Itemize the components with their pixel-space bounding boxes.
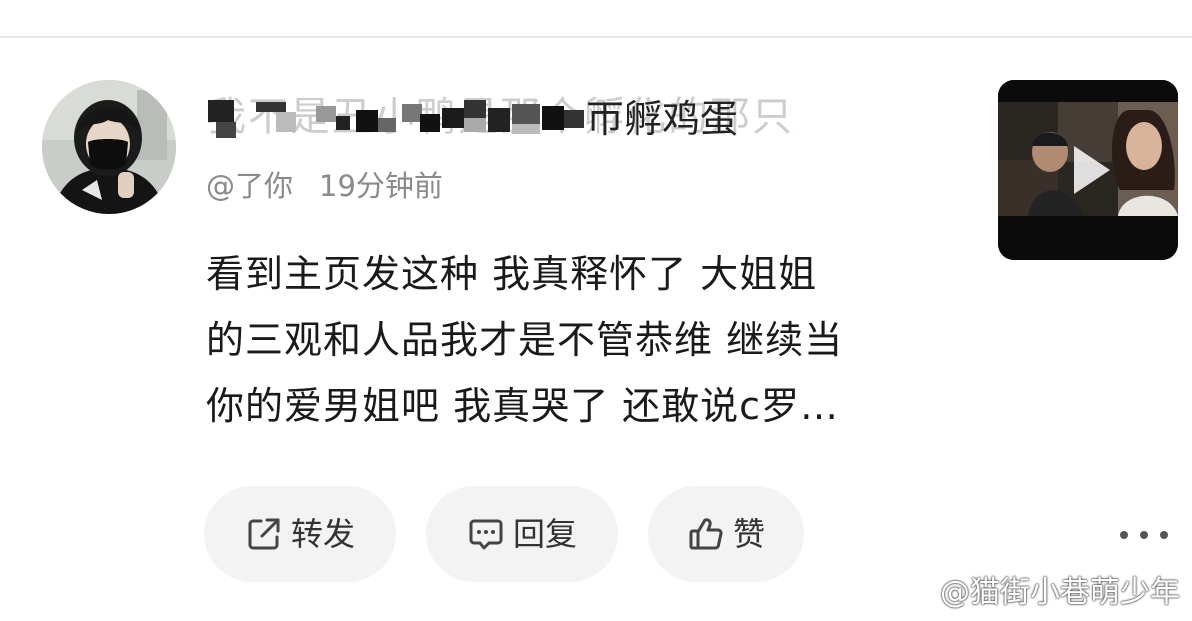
avatar-image (42, 80, 176, 214)
more-dots-icon[interactable] (1120, 520, 1168, 550)
comment-meta: @了你 19分钟前 (206, 166, 443, 206)
like-button[interactable]: 赞 (648, 486, 804, 582)
content-line: 的三观和人品我才是不管恭维 继续当 (206, 318, 844, 362)
reply-label: 回复 (512, 515, 577, 553)
svg-text:帀孵鸡蛋: 帀孵鸡蛋 (586, 97, 738, 141)
timestamp: 19分钟前 (319, 169, 443, 203)
reply-button[interactable]: 回复 (426, 486, 618, 582)
video-thumbnail[interactable] (998, 80, 1178, 260)
watermark: @猫街小巷萌少年 (890, 573, 1180, 613)
repost-label: 转发 (290, 515, 355, 553)
comment-card: 我不是丑小鸭是那个孵化的那只鸡蛋 帀孵鸡蛋 @了你 19分钟前 (0, 0, 1192, 621)
top-divider (0, 36, 1192, 38)
watermark-text: @猫街小巷萌少年 (940, 575, 1180, 610)
video-thumbnail-image (998, 80, 1178, 260)
reply-to-handle[interactable]: @了你 (206, 169, 293, 203)
share-out-icon (245, 515, 283, 553)
avatar[interactable] (42, 80, 176, 214)
content-line: 你的爱男姐吧 我真哭了 还敢说c罗… (206, 384, 840, 428)
comment-bubble-icon (467, 515, 505, 553)
like-label: 赞 (732, 515, 765, 553)
redaction-mosaic: 帀孵鸡蛋 (208, 97, 738, 141)
thumbs-up-icon (687, 515, 725, 553)
comment-content[interactable]: 看到主页发这种 我真释怀了 大姐姐 的三观和人品我才是不管恭维 继续当 你的爱男… (206, 244, 966, 442)
repost-button[interactable]: 转发 (204, 486, 396, 582)
username[interactable]: 我不是丑小鸭是那个孵化的那只鸡蛋 帀孵鸡蛋 (206, 92, 796, 142)
content-line: 看到主页发这种 我真释怀了 大姐姐 (206, 252, 818, 296)
weibo-logo-icon (890, 575, 934, 611)
